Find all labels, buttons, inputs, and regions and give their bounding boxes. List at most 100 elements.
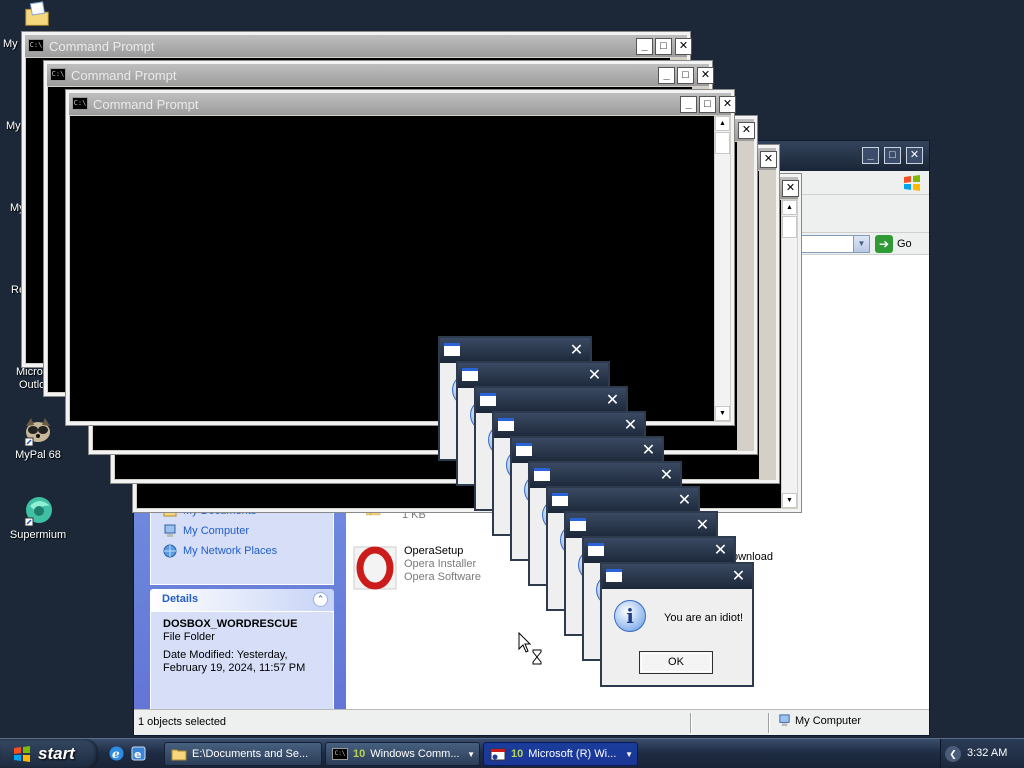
- message-box-titlebar[interactable]: ✕: [494, 413, 644, 438]
- desktop-icon-mypal[interactable]: MyPal 68: [0, 414, 76, 461]
- group-count: 10: [511, 748, 524, 760]
- ok-button[interactable]: OK: [639, 651, 713, 674]
- window-icon: [462, 368, 478, 381]
- close-button[interactable]: ✕: [711, 541, 730, 560]
- maximize-button[interactable]: □: [884, 147, 901, 164]
- mypal-icon: [24, 418, 50, 446]
- window-icon: [570, 518, 586, 531]
- chevron-down-icon[interactable]: ▼: [853, 236, 869, 252]
- cmd-titlebar[interactable]: C:\ Command Prompt _ □ ✕: [47, 64, 714, 86]
- scroll-up-button[interactable]: ▲: [715, 116, 730, 131]
- close-button[interactable]: ✕: [621, 416, 640, 435]
- computer-icon: [164, 524, 176, 537]
- cmd-title: Command Prompt: [93, 97, 199, 112]
- opera-icon: [353, 546, 397, 590]
- message-box[interactable]: ✕ i You are an idiot! OK: [600, 562, 754, 687]
- taskbar-button-cmd-group[interactable]: C:\ 10 Windows Comm... ▼: [325, 742, 480, 766]
- desktop-icon-supermium[interactable]: Supermium: [0, 494, 76, 541]
- maximize-button[interactable]: □: [655, 38, 672, 55]
- message-box-titlebar[interactable]: ✕: [584, 538, 734, 563]
- desktop-icon-my-documents[interactable]: My I: [0, 0, 76, 50]
- desktop-icon-label: MyPal 68: [15, 449, 61, 461]
- cmd-titlebar[interactable]: C:\ Command Prompt _ □ ✕: [25, 35, 692, 57]
- cmd-titlebar[interactable]: C:\ Command Prompt _ □ ✕: [69, 93, 736, 115]
- scroll-thumb[interactable]: [782, 216, 797, 238]
- supermium-icon: [24, 497, 52, 526]
- tray-expand-chevron-icon[interactable]: ❮: [945, 746, 961, 762]
- details-modified: Date Modified: Yesterday, February 19, 2…: [163, 649, 306, 674]
- message-box-titlebar[interactable]: ✕: [548, 488, 698, 513]
- maximize-button[interactable]: □: [677, 67, 694, 84]
- status-location: My Computer: [778, 714, 861, 727]
- message-box-titlebar[interactable]: ✕: [512, 438, 662, 463]
- close-button[interactable]: ✕: [567, 341, 586, 360]
- go-button[interactable]: ➔ Go: [875, 234, 912, 254]
- go-arrow-icon: ➔: [875, 235, 893, 253]
- start-button[interactable]: start: [0, 739, 98, 768]
- close-button[interactable]: ✕: [603, 391, 622, 410]
- internet-explorer-icon[interactable]: e: [108, 745, 125, 762]
- close-button[interactable]: ✕: [760, 151, 777, 168]
- close-button[interactable]: ✕: [585, 366, 604, 385]
- close-button[interactable]: ✕: [738, 122, 755, 139]
- close-button[interactable]: ✕: [693, 516, 712, 535]
- close-button[interactable]: ✕: [639, 441, 658, 460]
- details-panel-header[interactable]: Details ⌃: [150, 589, 334, 611]
- details-panel: DOSBOX_WORDRESCUE File Folder Date Modif…: [150, 611, 334, 711]
- show-desktop-icon[interactable]: e: [130, 745, 147, 762]
- cmd-title: Command Prompt: [71, 68, 177, 83]
- folder-icon: [171, 749, 187, 761]
- scroll-up-button[interactable]: ▲: [782, 200, 797, 215]
- status-divider: [690, 713, 692, 733]
- cmd-title: Command Prompt: [49, 39, 155, 54]
- file-item-operasetup[interactable]: OperaSetup Opera Installer Opera Softwar…: [352, 545, 481, 591]
- message-box-titlebar[interactable]: ✕: [476, 388, 626, 413]
- taskbar-button-label: Microsoft (R) Wi...: [528, 748, 617, 760]
- taskbar-button-explorer[interactable]: E:\Documents and Se...: [164, 742, 322, 766]
- window-icon: [444, 343, 460, 356]
- maximize-button[interactable]: □: [699, 96, 716, 113]
- close-button[interactable]: ✕: [675, 491, 694, 510]
- taskbar: start e e E:\Documents and Se... C:\ 10 …: [0, 738, 1024, 768]
- minimize-button[interactable]: _: [636, 38, 653, 55]
- minimize-button[interactable]: _: [680, 96, 697, 113]
- scroll-thumb[interactable]: [715, 132, 730, 154]
- close-button[interactable]: ✕: [782, 180, 799, 197]
- other-places-my-computer[interactable]: My Computer: [163, 523, 249, 539]
- window-icon: [588, 543, 604, 556]
- message-box-titlebar[interactable]: ✕: [458, 363, 608, 388]
- taskbar-button-label: Windows Comm...: [370, 748, 460, 760]
- taskbar-button-wscript-group[interactable]: 10 Microsoft (R) Wi... ▼: [483, 742, 638, 766]
- svg-text:e: e: [112, 747, 120, 761]
- close-button[interactable]: ✕: [675, 38, 692, 55]
- close-button[interactable]: ✕: [697, 67, 714, 84]
- command-prompt-window-3[interactable]: C:\ Command Prompt _ □ ✕ ▲ ▼: [65, 89, 736, 426]
- close-button[interactable]: ✕: [729, 567, 748, 586]
- message-box-titlebar[interactable]: ✕: [440, 338, 590, 363]
- message-box-titlebar[interactable]: ✕: [530, 463, 680, 488]
- close-button[interactable]: ✕: [657, 466, 676, 485]
- message-box-titlebar[interactable]: ✕: [602, 564, 752, 589]
- close-button[interactable]: ✕: [906, 147, 923, 164]
- other-places-label: My Network Places: [183, 545, 278, 557]
- scroll-down-button[interactable]: ▼: [715, 406, 730, 421]
- minimize-button[interactable]: _: [862, 147, 879, 164]
- console-output[interactable]: [70, 116, 714, 421]
- cmd-icon: C:\: [50, 68, 66, 81]
- busy-cursor-icon: [518, 632, 542, 665]
- group-count: 10: [353, 748, 366, 760]
- other-places-panel: My Documents My Computer My Network Plac…: [150, 503, 334, 585]
- vertical-scrollbar[interactable]: ▲ ▼: [714, 116, 730, 421]
- other-places-my-network-places[interactable]: My Network Places: [163, 543, 277, 559]
- details-name: DOSBOX_WORDRESCUE: [163, 618, 298, 630]
- collapse-chevron-icon[interactable]: ⌃: [313, 592, 328, 607]
- file-type: Opera Installer: [404, 558, 477, 570]
- other-places-label: My Computer: [183, 525, 250, 537]
- close-button[interactable]: ✕: [719, 96, 736, 113]
- vertical-scrollbar[interactable]: ▲ ▼: [781, 200, 797, 508]
- file-item[interactable]: 1 KB: [350, 509, 426, 525]
- clock[interactable]: 3:32 AM: [967, 747, 1007, 759]
- minimize-button[interactable]: _: [658, 67, 675, 84]
- message-box-titlebar[interactable]: ✕: [566, 513, 716, 538]
- scroll-down-button[interactable]: ▼: [782, 493, 797, 508]
